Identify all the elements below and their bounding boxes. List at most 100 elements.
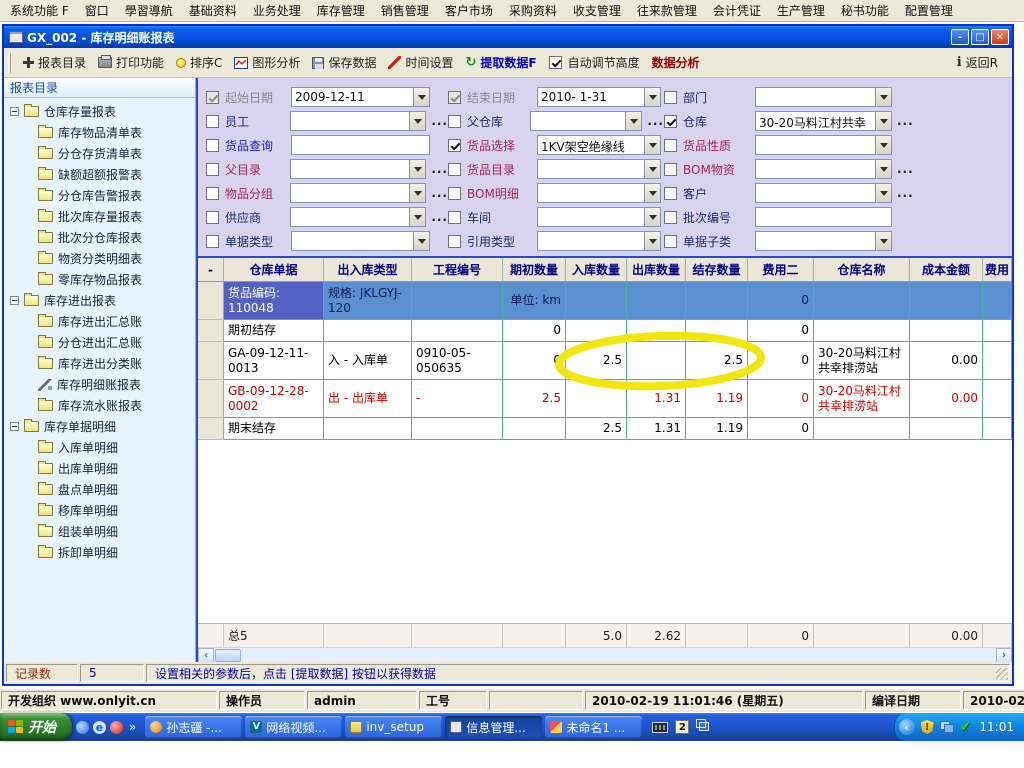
menu-item[interactable]: 采购资料 — [501, 0, 565, 21]
grid-column-header[interactable]: 期初数量 — [503, 258, 566, 282]
keyboard-icon[interactable] — [652, 722, 668, 733]
toolbar-button[interactable]: 自动调节高度 — [543, 51, 646, 74]
network-icon[interactable] — [940, 721, 954, 733]
filter-checkbox[interactable] — [664, 139, 677, 152]
chevron-down-icon[interactable] — [625, 112, 641, 130]
filter-combobox[interactable] — [755, 159, 892, 179]
chevron-down-icon[interactable] — [875, 160, 891, 178]
tray-collapse-chevron-icon[interactable]: ‹ — [899, 719, 915, 735]
filter-checkbox[interactable] — [206, 187, 219, 200]
filter-checkbox[interactable] — [448, 163, 461, 176]
filter-combobox[interactable] — [290, 183, 426, 203]
chevron-down-icon[interactable] — [409, 160, 425, 178]
quick-launch-overflow-chevron[interactable]: » — [129, 720, 136, 734]
filter-combobox[interactable] — [290, 159, 426, 179]
toolbar-button[interactable]: 排序C — [170, 51, 228, 74]
restore-toolbar-icon[interactable] — [696, 719, 706, 728]
scroll-right-arrow-icon[interactable]: › — [996, 648, 1012, 663]
filter-checkbox[interactable] — [206, 91, 219, 104]
chevron-down-icon[interactable] — [644, 136, 660, 154]
tree-item-selected[interactable]: 库存明细账报表 — [4, 374, 195, 395]
chevron-down-icon[interactable] — [875, 184, 891, 202]
filter-combobox[interactable] — [290, 111, 426, 131]
tree-expand-icon[interactable] — [10, 107, 19, 116]
filter-combobox[interactable] — [537, 207, 661, 227]
ie-icon[interactable]: e — [93, 721, 106, 734]
tree-item[interactable]: 仓库存量报表 — [4, 101, 195, 122]
filter-combobox[interactable]: 2009-12-11 — [291, 87, 430, 107]
chevron-down-icon[interactable] — [875, 88, 891, 106]
grid-column-header[interactable]: 工程编号 — [412, 258, 503, 282]
tree-item[interactable]: 组装单明细 — [4, 521, 195, 542]
toolbar-button[interactable]: 图形分析 — [228, 51, 306, 74]
window-title-bar[interactable]: GX_002 - 库存明细账报表 - □ ✕ — [4, 26, 1012, 48]
filter-checkbox[interactable] — [448, 115, 461, 128]
filter-combobox[interactable] — [755, 135, 892, 155]
table-row[interactable]: GB-09-12-28-0002出 - 出库单-2.51.311.19030-2… — [198, 380, 1012, 418]
table-row[interactable]: 期初结存00 — [198, 320, 1012, 342]
scroll-left-arrow-icon[interactable]: ‹ — [198, 648, 214, 663]
menu-item[interactable]: 窗口 — [77, 0, 117, 21]
red-app-icon[interactable] — [110, 721, 123, 734]
scrollbar-thumb[interactable] — [215, 649, 241, 662]
toolbar-button[interactable]: 报表目录 — [17, 51, 92, 74]
tree-item[interactable]: 批次库存量报表 — [4, 206, 195, 227]
filter-checkbox[interactable] — [664, 211, 677, 224]
tree-item[interactable]: 拆卸单明细 — [4, 542, 195, 563]
grid-column-header[interactable]: 结存数量 — [686, 258, 748, 282]
toolbar-button[interactable]: 保存数据 — [306, 51, 382, 74]
chevron-down-icon[interactable] — [413, 232, 429, 250]
menu-item[interactable]: 客户市场 — [437, 0, 501, 21]
toolbar-button[interactable]: i返回R — [951, 51, 1004, 74]
filter-input[interactable] — [755, 207, 892, 227]
filter-checkbox[interactable] — [448, 91, 461, 104]
filter-combobox[interactable]: 30-20马料江村共幸 — [755, 111, 892, 131]
filter-checkbox[interactable] — [664, 235, 677, 248]
filter-checkbox[interactable] — [206, 139, 219, 152]
filter-input[interactable] — [291, 135, 430, 155]
grid-column-header[interactable]: 出入库类型 — [324, 258, 412, 282]
filter-combobox[interactable] — [755, 231, 892, 251]
menu-item[interactable]: 收支管理 — [565, 0, 629, 21]
tree-expand-icon[interactable] — [10, 422, 19, 431]
grid-column-header[interactable]: 成本金额 — [910, 258, 983, 282]
table-row[interactable]: 货品编码: 110048规格: JKLGYJ-120单位: km0 — [198, 282, 1012, 320]
menu-item[interactable]: 系统功能 F — [2, 0, 77, 21]
tree-item[interactable]: 缺额超额报警表 — [4, 164, 195, 185]
filter-checkbox[interactable] — [448, 211, 461, 224]
filter-combobox[interactable] — [537, 231, 661, 251]
browse-ellipsis-button[interactable]: ... — [431, 162, 448, 176]
chevron-down-icon[interactable] — [644, 208, 660, 226]
security-shield-icon[interactable]: ! — [921, 720, 934, 734]
grid-column-header[interactable]: 费用 — [983, 258, 1012, 282]
filter-checkbox[interactable] — [664, 91, 677, 104]
filter-combobox[interactable] — [537, 159, 661, 179]
auto-height-checkbox[interactable] — [549, 56, 562, 69]
chevron-down-icon[interactable] — [644, 232, 660, 250]
tree-item[interactable]: 盘点单明细 — [4, 479, 195, 500]
menu-item[interactable]: 业务处理 — [245, 0, 309, 21]
table-row[interactable]: 期末结存2.51.311.190 — [198, 418, 1012, 440]
filter-checkbox[interactable] — [206, 235, 219, 248]
filter-checkbox[interactable] — [448, 187, 461, 200]
toolbar-button[interactable]: 数据分析 — [646, 51, 706, 74]
chevron-down-icon[interactable] — [409, 184, 425, 202]
tree-item[interactable]: 入库单明细 — [4, 437, 195, 458]
horizontal-scrollbar[interactable]: ‹› — [198, 647, 1012, 662]
menu-item[interactable]: 会计凭证 — [705, 0, 769, 21]
browse-ellipsis-button[interactable]: ... — [897, 114, 914, 128]
tree-item[interactable]: 库存进出汇总账 — [4, 311, 195, 332]
chevron-down-icon[interactable] — [644, 184, 660, 202]
tree-item[interactable]: 分仓存货清单表 — [4, 143, 195, 164]
chevron-down-icon[interactable] — [409, 208, 425, 226]
browse-ellipsis-button[interactable]: ... — [431, 186, 448, 200]
browse-ellipsis-button[interactable]: ... — [431, 210, 448, 224]
blue-app-icon[interactable] — [76, 721, 89, 734]
table-row[interactable]: GA-09-12-11-0013入 - 入库单0910-05-05063502.… — [198, 342, 1012, 380]
filter-combobox[interactable]: 1KV架空绝缘线 — [537, 135, 661, 155]
menu-item[interactable]: 库存管理 — [309, 0, 373, 21]
taskbar-task-button[interactable]: inv_setup — [345, 716, 442, 738]
menu-item[interactable]: 生产管理 — [769, 0, 833, 21]
maximize-button[interactable]: □ — [971, 29, 989, 45]
filter-combobox[interactable] — [755, 87, 892, 107]
